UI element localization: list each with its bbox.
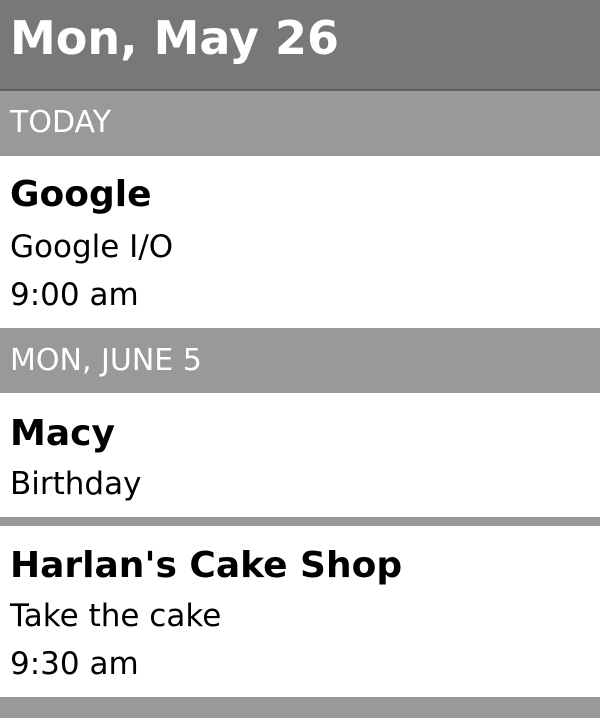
event-time: 9:30 am — [10, 646, 139, 682]
section-header-next — [0, 697, 600, 718]
section-label: TODAY — [10, 105, 112, 140]
event-time: 9:00 am — [10, 277, 139, 313]
event-title: Google — [10, 174, 152, 215]
event-description: Birthday — [10, 466, 142, 502]
section-header-today: TODAY — [0, 91, 600, 156]
event-divider — [0, 517, 600, 526]
event-card-macy[interactable]: Macy Birthday — [0, 393, 600, 517]
date-header: Mon, May 26 — [0, 0, 600, 91]
event-description: Google I/O — [10, 229, 174, 265]
event-title: Macy — [10, 413, 115, 454]
section-label: MON, JUNE 5 — [10, 343, 202, 378]
event-card-harlans-cake-shop[interactable]: Harlan's Cake Shop Take the cake 9:30 am — [0, 526, 600, 697]
header-date-title: Mon, May 26 — [10, 11, 340, 65]
event-card-google[interactable]: Google Google I/O 9:00 am — [0, 156, 600, 328]
event-title: Harlan's Cake Shop — [10, 545, 403, 586]
section-header-mon-june-5: MON, JUNE 5 — [0, 328, 600, 393]
event-description: Take the cake — [10, 598, 222, 634]
